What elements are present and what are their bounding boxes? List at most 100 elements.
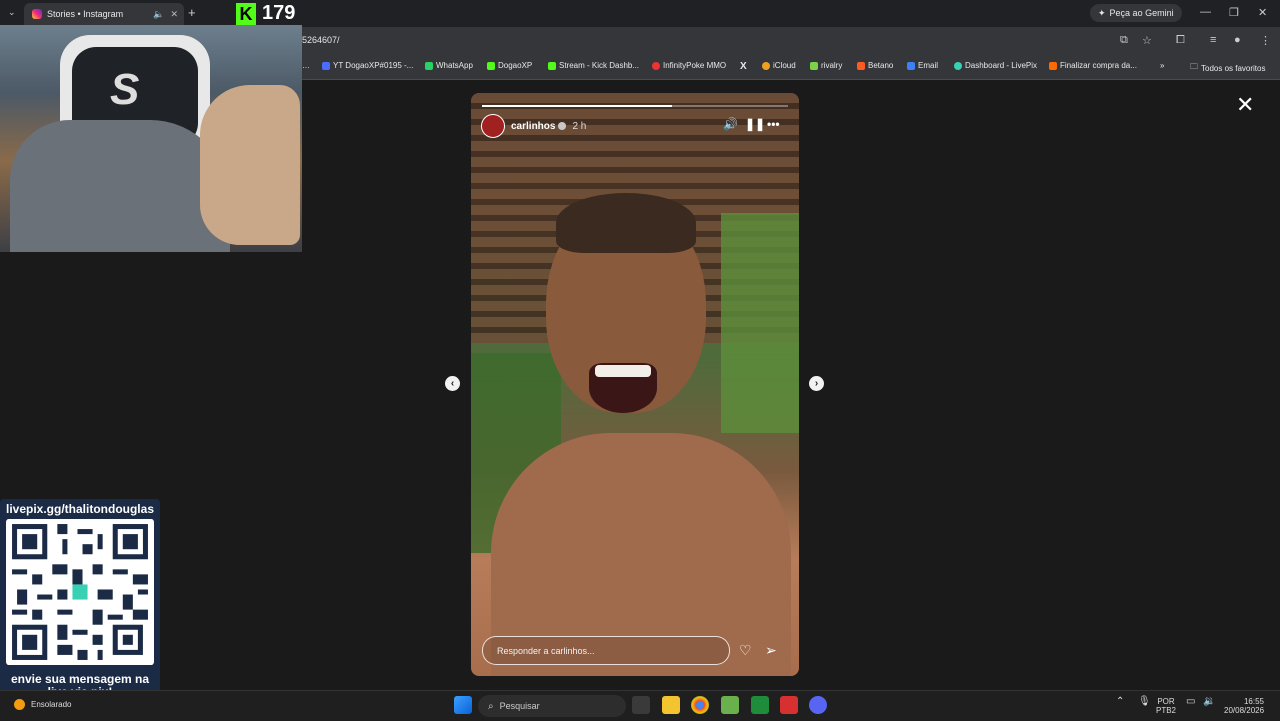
all-bookmarks-folder[interactable]: 🗀 Todos os favoritos bbox=[1190, 61, 1265, 75]
reply-input[interactable] bbox=[495, 637, 719, 664]
clock-time: 16:55 bbox=[1243, 697, 1264, 706]
qr-code bbox=[6, 519, 154, 665]
address-bar: 5264607/ ⧉ ☆ ⧠ ≡ ● ⋮ bbox=[300, 27, 1280, 54]
browser-menu-icon[interactable]: ⋮ bbox=[1260, 34, 1271, 47]
close-story-button[interactable]: ✕ bbox=[1236, 92, 1254, 118]
browser-title-bar: ⌄ Stories • Instagram 🔈 ✕ + K 179 ✦ Peça… bbox=[0, 0, 1280, 27]
folder-icon: 🗀 bbox=[1190, 62, 1198, 71]
minimize-button[interactable]: — bbox=[1200, 6, 1211, 18]
chrome-icon[interactable] bbox=[691, 696, 709, 714]
install-app-icon[interactable]: ⧉ bbox=[1120, 34, 1128, 47]
verified-icon bbox=[558, 122, 567, 130]
weather-widget[interactable]: Ensolarado bbox=[14, 699, 71, 710]
gemini-label: Peça ao Gemini bbox=[1109, 8, 1174, 18]
whatsapp-icon bbox=[425, 61, 433, 70]
bookmark-item[interactable]: WhatsApp bbox=[425, 61, 473, 70]
pokeball-icon bbox=[652, 61, 660, 70]
tab-audio-icon[interactable]: 🔈 bbox=[153, 9, 164, 20]
kick-icon bbox=[548, 61, 556, 70]
previous-story-button[interactable]: ‹ bbox=[445, 376, 460, 391]
bookmark-item[interactable]: Stream - Kick Dashb... bbox=[548, 61, 639, 70]
story-header: carlinhos 2 h 🔊 ❚❚ ••• bbox=[481, 114, 789, 138]
lang-layout: PTB2 bbox=[1156, 706, 1177, 715]
whatsapp-taskbar-icon[interactable] bbox=[751, 696, 769, 714]
windows-start-icon[interactable] bbox=[454, 696, 472, 714]
tab-media-icon[interactable]: ≡ bbox=[1210, 34, 1216, 46]
chair-logo: S bbox=[110, 65, 140, 114]
bookmarks-bar: … YT DogaoXP#0195 -... WhatsApp DogaoXP … bbox=[300, 54, 1280, 80]
bookmark-item[interactable]: InfinityPoke MMO bbox=[652, 61, 726, 70]
bookmark-item[interactable]: Email bbox=[907, 61, 938, 70]
taskbar-search[interactable]: ⌕ Pesquisar bbox=[478, 695, 626, 717]
reply-field[interactable] bbox=[482, 636, 730, 665]
bookmarks-overflow-icon[interactable]: » bbox=[1160, 61, 1164, 70]
bookmark-item[interactable]: YT DogaoXP#0195 -... bbox=[322, 61, 413, 70]
app-red-icon[interactable] bbox=[780, 696, 798, 714]
sun-icon bbox=[14, 699, 25, 710]
discord-icon[interactable] bbox=[809, 696, 827, 714]
story-progress-bar bbox=[482, 105, 788, 107]
story-viewer[interactable]: carlinhos 2 h 🔊 ❚❚ ••• ♡ ➢ bbox=[471, 93, 799, 676]
bookmarks-overflow-left[interactable]: … bbox=[302, 61, 310, 70]
snipping-tool-icon[interactable] bbox=[721, 696, 739, 714]
shop-icon bbox=[1049, 61, 1057, 70]
mute-icon[interactable]: 🔊 bbox=[723, 117, 738, 131]
streamer-arm bbox=[200, 85, 300, 245]
bookmark-item[interactable]: Dashboard - LivePix bbox=[954, 61, 1037, 70]
kick-logo-icon: K bbox=[236, 2, 256, 25]
tray-overflow-icon[interactable]: ⌃ bbox=[1116, 697, 1124, 707]
bookmark-item[interactable]: X bbox=[740, 61, 747, 72]
bookmark-item[interactable]: Finalizar compra da... bbox=[1049, 61, 1137, 70]
kick-viewer-counter: K 179 bbox=[236, 2, 295, 25]
viewer-count: 179 bbox=[262, 2, 296, 24]
gemini-icon: ✦ bbox=[1098, 7, 1106, 18]
lang-code: POR bbox=[1157, 697, 1175, 706]
story-progress-fill bbox=[482, 105, 672, 107]
story-user-avatar[interactable] bbox=[481, 114, 505, 138]
story-username[interactable]: carlinhos bbox=[511, 121, 555, 132]
microphone-icon[interactable]: 🎙 bbox=[1138, 697, 1151, 707]
kick-icon bbox=[487, 61, 495, 70]
story-person-hair bbox=[556, 193, 696, 253]
tab-stories-instagram[interactable]: Stories • Instagram 🔈 ✕ bbox=[24, 3, 184, 25]
story-foliage-right bbox=[721, 213, 799, 433]
search-icon: ⌕ bbox=[488, 700, 494, 712]
clock[interactable]: 16:55 20/08/2026 bbox=[1224, 697, 1264, 715]
send-icon[interactable]: ➢ bbox=[765, 642, 777, 659]
livepix-icon bbox=[954, 61, 962, 70]
email-icon bbox=[907, 61, 915, 70]
window-close-button[interactable]: ✕ bbox=[1258, 6, 1267, 19]
maximize-button[interactable]: ❐ bbox=[1229, 6, 1239, 19]
url-text[interactable]: 5264607/ bbox=[302, 35, 340, 45]
volume-icon[interactable]: 🔉 bbox=[1203, 697, 1215, 707]
weather-label: Ensolarado bbox=[31, 700, 72, 709]
story-person-teeth bbox=[595, 365, 651, 377]
streamer-body bbox=[10, 120, 230, 252]
extensions-icon[interactable]: ⧠ bbox=[1176, 34, 1185, 47]
keyboard-language[interactable]: POR PTB2 bbox=[1156, 697, 1176, 715]
network-icon[interactable]: ▭ bbox=[1186, 697, 1195, 707]
more-options-icon[interactable]: ••• bbox=[767, 117, 780, 131]
new-tab-button[interactable]: + bbox=[188, 5, 196, 20]
clock-date: 20/08/2026 bbox=[1224, 706, 1265, 715]
bookmark-item[interactable]: rivalry bbox=[810, 61, 842, 70]
livepix-qr-overlay: livepix.gg/thalitondouglas envie sua men… bbox=[0, 499, 160, 701]
rivalry-icon bbox=[810, 61, 818, 70]
bookmark-star-icon[interactable]: ☆ bbox=[1142, 34, 1152, 47]
tab-search-icon[interactable]: ⌄ bbox=[8, 7, 16, 18]
ask-gemini-button[interactable]: ✦ Peça ao Gemini bbox=[1090, 4, 1182, 22]
bookmark-item[interactable]: Betano bbox=[857, 61, 893, 70]
bookmark-item[interactable]: iCloud bbox=[762, 61, 796, 70]
file-explorer-icon[interactable] bbox=[662, 696, 680, 714]
tab-title: Stories • Instagram bbox=[47, 9, 124, 19]
windows-taskbar: Ensolarado ⌕ Pesquisar ⌃ 🎙 POR PTB2 ▭ 🔉 … bbox=[0, 690, 1280, 721]
heart-icon[interactable]: ♡ bbox=[739, 642, 752, 659]
profile-avatar[interactable]: ● bbox=[1234, 34, 1241, 46]
next-story-button[interactable]: › bbox=[809, 376, 824, 391]
pause-icon[interactable]: ❚❚ bbox=[745, 117, 765, 131]
bookmark-item[interactable]: DogaoXP bbox=[487, 61, 532, 70]
tab-close-icon[interactable]: ✕ bbox=[170, 9, 178, 20]
task-view-icon[interactable] bbox=[632, 696, 650, 714]
bookmark-favicon bbox=[322, 61, 330, 70]
story-time: 2 h bbox=[572, 120, 587, 132]
